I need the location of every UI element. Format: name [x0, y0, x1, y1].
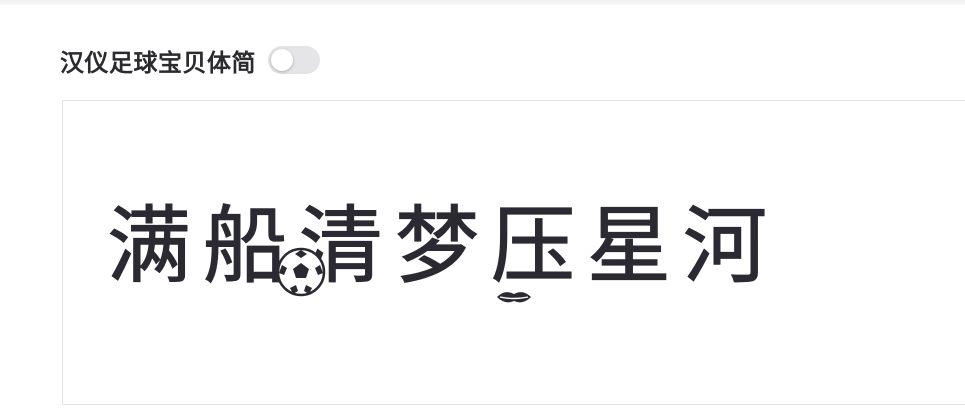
soccer-ball-icon	[276, 247, 326, 297]
preview-text: 满船清梦压星河	[106, 196, 780, 295]
font-preview-panel: 满船清梦压星河	[62, 100, 965, 405]
font-name-label: 汉仪足球宝贝体简	[60, 48, 256, 77]
lips-icon	[497, 292, 531, 303]
toggle-knob	[271, 49, 293, 71]
font-header: 汉仪足球宝贝体简	[60, 38, 320, 82]
font-enable-toggle[interactable]	[268, 46, 320, 74]
top-divider	[0, 0, 965, 5]
